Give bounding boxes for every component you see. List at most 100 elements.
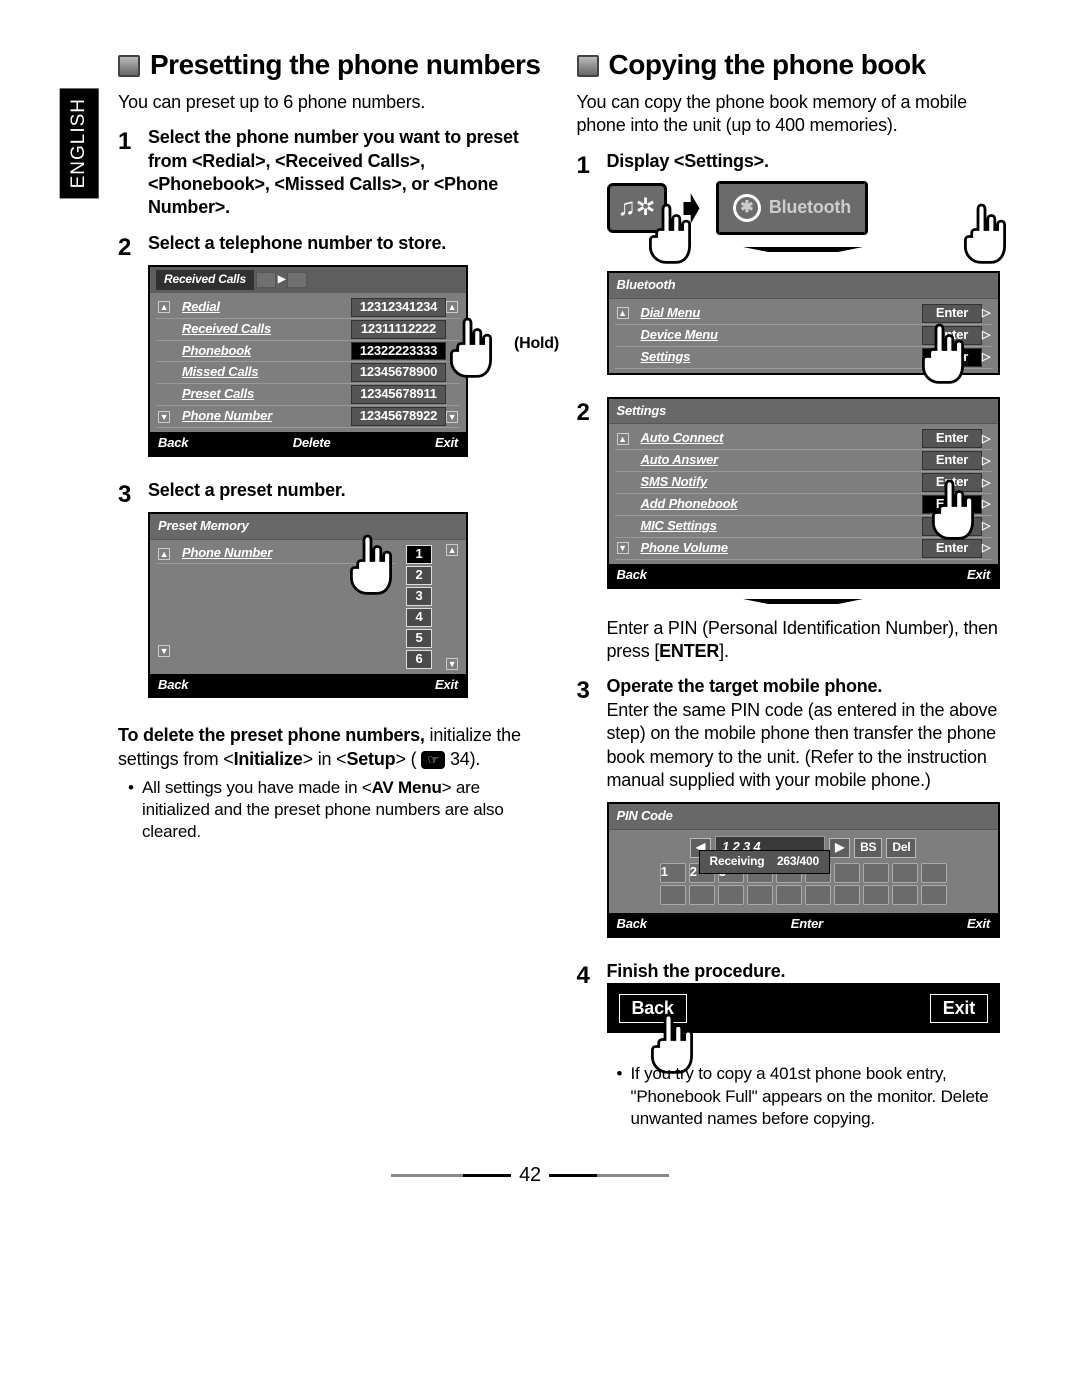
exit-button[interactable]: Exit [967, 567, 990, 584]
enter-button[interactable]: Enter [922, 539, 982, 558]
list-item[interactable]: Received Calls [170, 321, 351, 338]
enter-button[interactable]: Enter [922, 495, 982, 514]
tab-received-calls[interactable]: Received Calls [156, 270, 254, 290]
scroll-up[interactable]: ▲ [446, 544, 458, 556]
keypad-key[interactable] [747, 885, 773, 905]
enter-button[interactable]: Enter [922, 473, 982, 492]
phone-number[interactable]: 12345678900 [351, 363, 446, 382]
list-item[interactable]: Auto Connect [629, 430, 917, 447]
list-item[interactable]: Dial Menu [629, 305, 917, 322]
cursor-right-button[interactable]: ▶ [829, 838, 850, 858]
back-button[interactable]: Back [617, 916, 647, 933]
scroll-down[interactable]: ▼ [617, 542, 629, 554]
scroll-up[interactable]: ▲ [158, 548, 170, 560]
chevron-right-icon[interactable]: ▷ [982, 432, 990, 446]
footer-bar: Back Exit [607, 983, 1001, 1033]
chevron-right-icon[interactable]: ▷ [982, 541, 990, 555]
delete-button[interactable]: Delete [188, 435, 435, 452]
exit-button[interactable]: Exit [435, 677, 458, 694]
scroll-down[interactable]: ▼ [158, 645, 170, 657]
list-item[interactable]: Settings [629, 349, 917, 366]
list-item[interactable]: Phone Number [170, 408, 351, 425]
keypad-key[interactable] [863, 863, 889, 883]
bs-button[interactable]: BS [854, 838, 882, 858]
exit-button[interactable]: Exit [967, 916, 990, 933]
tab-icon[interactable] [287, 272, 307, 288]
list-item[interactable]: Auto Answer [629, 452, 917, 469]
settings-tile[interactable]: ♫✲ [607, 183, 667, 233]
chevron-right-icon[interactable]: ▷ [982, 476, 990, 490]
keypad-key[interactable] [921, 863, 947, 883]
enter-button[interactable]: Enter [647, 916, 967, 933]
preset-slot[interactable]: 2 [406, 566, 432, 585]
scroll-up[interactable]: ▲ [617, 433, 629, 445]
language-tab: ENGLISH [60, 88, 99, 198]
enter-button[interactable]: Enter [922, 517, 982, 536]
exit-button[interactable]: Exit [435, 435, 458, 452]
keypad-key[interactable] [892, 885, 918, 905]
enter-button[interactable]: Enter [922, 326, 982, 345]
back-button[interactable]: Back [158, 677, 188, 694]
keypad-key[interactable] [834, 885, 860, 905]
list-item[interactable]: SMS Notify [629, 474, 917, 491]
enter-button[interactable]: Enter [922, 451, 982, 470]
keypad-key[interactable] [718, 885, 744, 905]
scroll-down[interactable]: ▼ [158, 411, 170, 423]
phone-number[interactable]: 12322223333 [351, 342, 446, 361]
preset-slot[interactable]: 5 [406, 629, 432, 648]
list-item[interactable]: Phone Number [170, 545, 394, 562]
keypad-key[interactable] [805, 885, 831, 905]
screen-title: Bluetooth [609, 273, 999, 299]
preset-slot[interactable]: 3 [406, 587, 432, 606]
chevron-right-icon[interactable]: ▷ [982, 497, 990, 511]
chevron-right-icon[interactable]: ▷ [982, 454, 990, 468]
scroll-up[interactable]: ▲ [446, 301, 458, 313]
scroll-down[interactable]: ▼ [446, 411, 458, 423]
chevron-right-icon[interactable]: ▷ [982, 306, 990, 320]
hand-pointer-icon [950, 193, 1020, 273]
list-item[interactable]: Phonebook [170, 343, 351, 360]
list-item[interactable]: Redial [170, 299, 351, 316]
enter-button[interactable]: Enter [922, 429, 982, 448]
del-button[interactable]: Del [886, 838, 916, 858]
list-item[interactable]: Preset Calls [170, 386, 351, 403]
heading-preset: Presetting the phone numbers [150, 50, 541, 81]
list-item[interactable]: Device Menu [629, 327, 917, 344]
keypad-key[interactable] [892, 863, 918, 883]
keypad-key[interactable] [834, 863, 860, 883]
enter-button[interactable]: Enter [922, 348, 982, 367]
list-item[interactable]: Phone Volume [629, 540, 917, 557]
scroll-up[interactable]: ▲ [158, 301, 170, 313]
preset-slot[interactable]: 4 [406, 608, 432, 627]
back-button[interactable]: Back [617, 567, 647, 584]
exit-button[interactable]: Exit [930, 994, 988, 1023]
tab-icon[interactable] [256, 272, 276, 288]
back-button[interactable]: Back [619, 994, 687, 1023]
list-item[interactable]: MIC Settings [629, 518, 917, 535]
keypad-key[interactable]: 1 [660, 863, 686, 883]
phone-number[interactable]: 12311112222 [351, 320, 446, 339]
phone-number[interactable]: 12345678911 [351, 385, 446, 404]
scroll-down[interactable]: ▼ [446, 658, 458, 670]
preset-slot[interactable]: 6 [406, 650, 432, 669]
keypad-key[interactable] [689, 885, 715, 905]
scroll-up[interactable]: ▲ [617, 307, 629, 319]
chevron-right-icon[interactable]: ▷ [982, 519, 990, 533]
chevron-right-icon[interactable]: ▷ [982, 350, 990, 364]
chevron-right-icon[interactable]: ▷ [982, 328, 990, 342]
keypad-key[interactable] [776, 885, 802, 905]
step3-body: Enter the same PIN code (as entered in t… [607, 699, 1001, 793]
phone-number[interactable]: 12345678922 [351, 407, 446, 426]
list-item[interactable]: Add Phonebook [629, 496, 917, 513]
step2-text: Select a telephone number to store. [148, 232, 542, 255]
preset-memory-screen: Preset Memory ▲Phone Number ▼ 1 2 3 [148, 512, 468, 698]
preset-slot[interactable]: 1 [406, 545, 432, 564]
list-item[interactable]: Missed Calls [170, 364, 351, 381]
enter-button[interactable]: Enter [922, 304, 982, 323]
phone-number[interactable]: 12312341234 [351, 298, 446, 317]
keypad-key[interactable] [863, 885, 889, 905]
bluetooth-button[interactable]: ✱Bluetooth [716, 181, 868, 235]
keypad-key[interactable] [921, 885, 947, 905]
keypad-key[interactable] [660, 885, 686, 905]
back-button[interactable]: Back [158, 435, 188, 452]
